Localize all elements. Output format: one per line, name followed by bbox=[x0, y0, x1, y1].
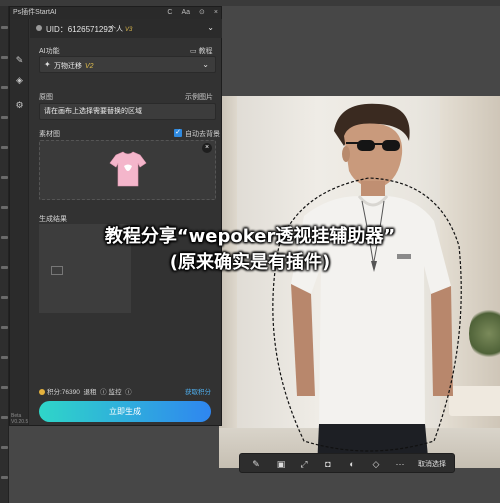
canvas-photo[interactable] bbox=[219, 96, 500, 468]
tool-icon[interactable] bbox=[1, 206, 8, 209]
mask-icon[interactable]: ◘ bbox=[322, 458, 334, 470]
plugin-sidebar: ✎ ◈ ⚙ Beta V0.20.5 bbox=[10, 19, 29, 425]
panel-title: Ps插件StartAI bbox=[13, 9, 57, 16]
transform-icon[interactable]: ⤢ bbox=[298, 458, 310, 470]
monitor-link[interactable]: 监控 bbox=[108, 389, 121, 396]
generate-now-button[interactable]: 立即生成 bbox=[39, 401, 211, 422]
pink-tshirt-thumbnail bbox=[109, 151, 147, 187]
tutorial-link[interactable]: ▭ 教程 bbox=[190, 46, 213, 56]
overlay-line-1: 教程分享“wepoker透视挂辅助器” bbox=[104, 226, 396, 247]
panel-titlebar[interactable]: Ps插件StartAI C Aa ⊙ × bbox=[10, 7, 221, 19]
points-balance: 积分:76390 bbox=[47, 389, 80, 396]
overlay-headline: 教程分享“wepoker透视挂辅助器” (原来确实是有插件) bbox=[0, 224, 500, 276]
ai-function-label: AI功能 bbox=[39, 48, 60, 55]
example-image-link[interactable]: 示例图片 bbox=[185, 92, 213, 102]
original-image-label: 原图 bbox=[39, 94, 53, 101]
tool-icon[interactable] bbox=[1, 386, 8, 389]
more-icon[interactable]: ··· bbox=[394, 458, 406, 470]
tool-icon[interactable] bbox=[1, 26, 8, 29]
fill-icon[interactable]: ◇ bbox=[370, 458, 382, 470]
startai-plugin-panel: Ps插件StartAI C Aa ⊙ × ✎ ◈ ⚙ Beta V0.20.5 … bbox=[9, 6, 222, 426]
auto-remove-bg-checkbox[interactable]: ✓ bbox=[174, 129, 182, 137]
tool-icon[interactable] bbox=[1, 476, 8, 479]
close-icon[interactable]: × bbox=[214, 7, 218, 19]
tool-icon[interactable] bbox=[1, 446, 8, 449]
adjust-icon[interactable]: ◐ bbox=[346, 458, 358, 470]
pin-icon[interactable]: ⊙ bbox=[199, 7, 205, 19]
tool-icon[interactable] bbox=[1, 56, 8, 59]
deselect-button[interactable]: 取消选择 bbox=[418, 459, 446, 469]
auto-remove-bg-label: 自动去背景 bbox=[185, 131, 220, 138]
function-name: 万物迁移 bbox=[54, 63, 82, 70]
points-row: 积分:76390 退租 ⓘ 监控 ⓘ bbox=[39, 386, 132, 396]
font-size-icon[interactable]: Aa bbox=[181, 7, 190, 19]
chevron-down-icon[interactable]: ⌄ bbox=[207, 23, 214, 32]
layers-icon[interactable]: ◈ bbox=[13, 74, 26, 87]
plan-badge: 个人 V3 bbox=[109, 26, 133, 33]
contextual-task-bar: ✎ ▣ ⤢ ◘ ◐ ◇ ··· 取消选择 bbox=[239, 453, 455, 473]
get-points-link[interactable]: 获取积分 bbox=[185, 386, 211, 396]
tool-icon[interactable] bbox=[1, 356, 8, 359]
tool-icon[interactable] bbox=[1, 296, 8, 299]
function-version: V2 bbox=[85, 63, 94, 70]
tool-icon[interactable] bbox=[1, 116, 8, 119]
settings-gear-icon[interactable]: ⚙ bbox=[13, 99, 26, 112]
magic-wand-icon: ✦ bbox=[44, 60, 51, 69]
select-subject-icon[interactable]: ▣ bbox=[275, 458, 287, 470]
edit-icon[interactable]: ✎ bbox=[13, 54, 26, 67]
overlay-line-2: (原来确实是有插件) bbox=[169, 252, 331, 273]
version-label: Beta V0.20.5 bbox=[11, 413, 29, 425]
help-icon: ⓘ bbox=[125, 389, 132, 396]
tool-icon[interactable] bbox=[1, 326, 8, 329]
chevron-down-icon: ⌄ bbox=[202, 60, 209, 69]
refund-link[interactable]: 退租 bbox=[84, 389, 97, 396]
coin-icon bbox=[39, 389, 45, 396]
ai-function-select[interactable]: ✦ 万物迁移 V2 ⌄ bbox=[39, 56, 216, 73]
tool-icon[interactable] bbox=[1, 176, 8, 179]
uid-text: UID：6126571292 bbox=[46, 25, 113, 34]
result-label: 生成结果 bbox=[39, 216, 67, 223]
tool-icon[interactable] bbox=[1, 416, 8, 419]
brush-icon[interactable]: ✎ bbox=[250, 458, 262, 470]
tool-icon[interactable] bbox=[1, 86, 8, 89]
material-image-label: 素材图 bbox=[39, 131, 60, 138]
model-photo bbox=[272, 103, 462, 468]
remove-material-close-icon[interactable]: × bbox=[202, 143, 212, 153]
user-avatar-icon bbox=[36, 25, 42, 31]
plugin-content: UID：6126571292 个人 V3 ⌄ AI功能 ▭ 教程 ✦ 万物迁移 V… bbox=[30, 19, 222, 425]
account-dropdown[interactable]: UID：6126571292 个人 V3 ⌄ bbox=[30, 19, 222, 38]
material-dropzone[interactable]: × bbox=[39, 140, 216, 200]
tool-icon[interactable] bbox=[1, 146, 8, 149]
info-icon: ⓘ bbox=[100, 389, 107, 396]
refresh-icon[interactable]: C bbox=[167, 7, 172, 19]
selection-area-input[interactable]: 请在画布上选择需要替换的区域 bbox=[39, 103, 216, 120]
